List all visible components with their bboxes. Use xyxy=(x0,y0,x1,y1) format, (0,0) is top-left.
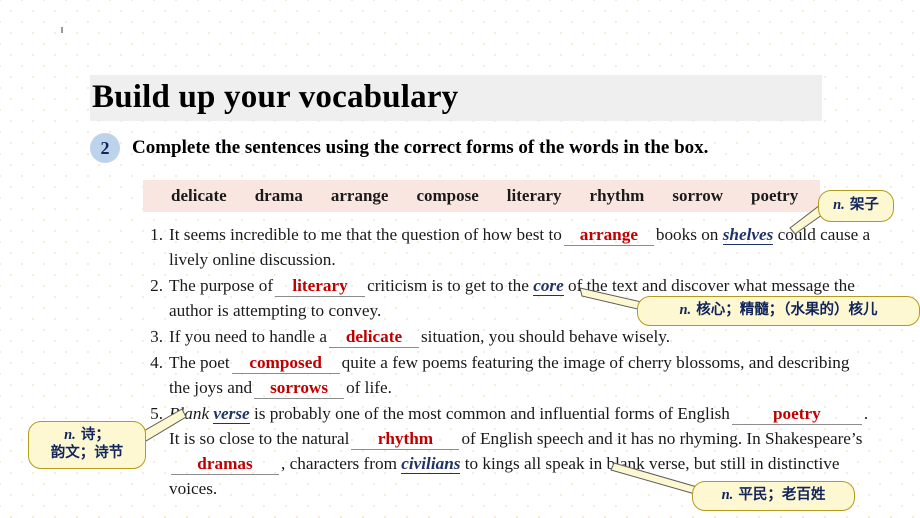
word-bank-item: sorrow xyxy=(672,186,724,205)
task-number-badge: 2 xyxy=(90,133,120,163)
task-instruction-row: 2 Complete the sentences using the corre… xyxy=(90,133,708,163)
item-number: 5. xyxy=(150,404,163,423)
stray-mark xyxy=(61,27,63,33)
answer-blank[interactable]: dramas xyxy=(171,453,279,475)
answer-blank[interactable]: rhythm xyxy=(351,428,460,450)
item-number: 3. xyxy=(150,327,163,346)
sentence-part: It seems incredible to me that the quest… xyxy=(169,225,562,244)
sentence-part: situation, you should behave wisely. xyxy=(420,327,671,346)
callout-text: n. 核心；精髓；（水果的）核儿 xyxy=(679,302,877,320)
callout-text: n. 架子 xyxy=(833,197,879,215)
callout-text-line-1: n. 诗； xyxy=(64,427,110,445)
sentence-part: books on xyxy=(655,225,719,244)
word-bank-item: rhythm xyxy=(589,186,645,205)
glossed-word-shelves: shelves xyxy=(722,225,774,245)
word-bank-item: drama xyxy=(254,186,303,205)
item-text: It seems incredible to me that the quest… xyxy=(169,222,873,272)
item-text: The poet composed quite a few poems featur… xyxy=(169,350,873,400)
sentence-part: of English speech and it has no rhyming.… xyxy=(461,429,863,448)
callout-meaning: 诗； xyxy=(80,427,110,444)
part-of-speech: n. xyxy=(721,487,734,504)
exercise-item-4: 4. The poet composed quite a few poems fea… xyxy=(143,350,873,400)
answer-blank[interactable]: sorrows xyxy=(254,377,345,399)
answer-blank[interactable]: composed xyxy=(231,352,340,374)
part-of-speech: n. xyxy=(833,197,845,214)
answer-blank[interactable]: poetry xyxy=(731,403,862,425)
answer-blank[interactable]: literary xyxy=(275,275,366,297)
callout-core: n. 核心；精髓；（水果的）核儿 xyxy=(637,296,920,326)
word-bank-item: poetry xyxy=(751,186,799,205)
glossed-word-core: core xyxy=(533,276,564,296)
sentence-part: is probably one of the most common and i… xyxy=(253,404,730,423)
glossed-word-civilians: civilians xyxy=(401,454,461,474)
callout-text: n. 平民；老百姓 xyxy=(722,487,826,505)
answer-blank[interactable]: arrange xyxy=(563,224,654,246)
item-number: 2. xyxy=(150,276,163,295)
sentence-part: The purpose of xyxy=(169,276,274,295)
sentence-part: If you need to handle a xyxy=(169,327,327,346)
word-bank: delicate drama arrange compose literary … xyxy=(143,180,820,212)
sentence-part: criticism is to get to the xyxy=(367,276,529,295)
part-of-speech: n. xyxy=(679,302,692,319)
word-bank-item: delicate xyxy=(171,186,227,205)
sentence-part: , characters from xyxy=(281,454,397,473)
word-bank-item: arrange xyxy=(330,186,389,205)
callout-shelves: n. 架子 xyxy=(818,190,894,222)
callout-meaning: 平民；老百姓 xyxy=(738,487,826,504)
page-title: Build up your vocabulary xyxy=(92,79,459,115)
sentence-part: Blank xyxy=(169,404,210,423)
sentence-part: The poet xyxy=(169,353,230,372)
item-text: If you need to handle a delicate situation… xyxy=(169,324,873,349)
item-number: 1. xyxy=(150,225,163,244)
exercise-list: 1. It seems incredible to me that the qu… xyxy=(143,222,873,502)
answer-blank[interactable]: delicate xyxy=(328,326,419,348)
part-of-speech: n. xyxy=(64,427,76,444)
callout-meaning: 架子 xyxy=(849,197,879,214)
callout-meaning: 核心；精髓；（水果的）核儿 xyxy=(696,302,878,319)
callout-civilians: n. 平民；老百姓 xyxy=(692,481,855,511)
word-bank-item: literary xyxy=(506,186,562,205)
callout-text-line-2: 韵文；诗节 xyxy=(50,445,124,461)
slide-canvas: Build up your vocabulary 2 Complete the … xyxy=(0,0,920,518)
callout-poetry: n. 诗； 韵文；诗节 xyxy=(28,421,146,469)
exercise-item-3: 3. If you need to handle a delicate situat… xyxy=(143,324,873,349)
sentence-part: of life. xyxy=(346,378,392,397)
exercise-item-1: 1. It seems incredible to me that the qu… xyxy=(143,222,873,272)
item-number: 4. xyxy=(150,353,163,372)
task-instruction-text: Complete the sentences using the correct… xyxy=(132,137,709,158)
word-bank-item: compose xyxy=(416,186,479,205)
glossed-word-verse: verse xyxy=(213,404,250,424)
